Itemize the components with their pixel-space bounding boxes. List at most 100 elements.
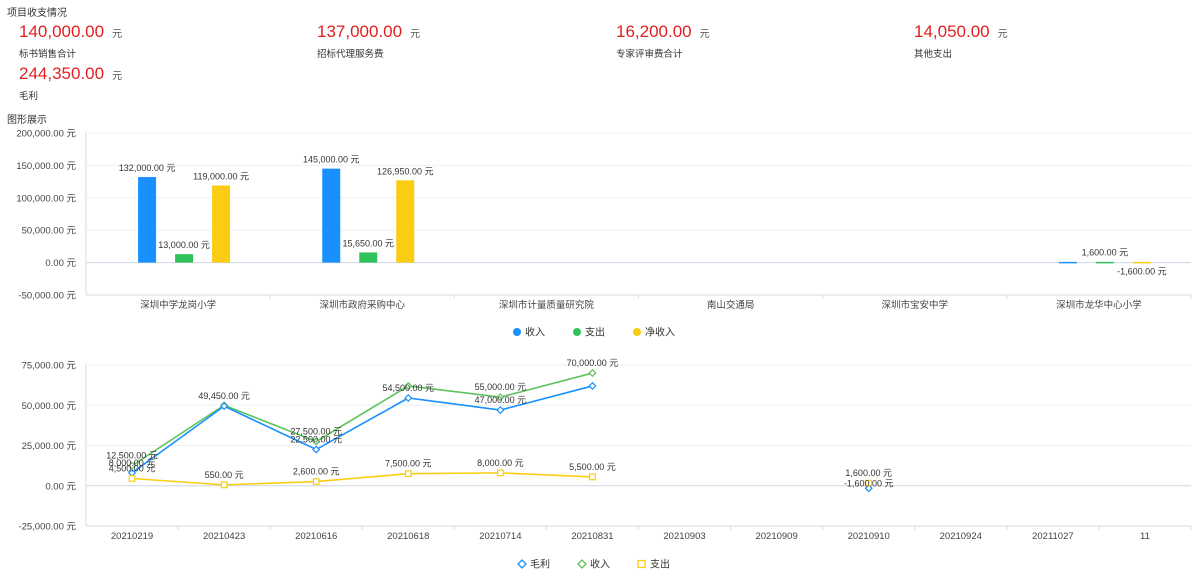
x-tick-label: 11 (1140, 531, 1150, 542)
data-label: 7,500.00 元 (385, 459, 432, 469)
data-point (496, 469, 504, 477)
y-tick-label: -50,000.00 元 (18, 291, 76, 302)
x-tick-label: 南山交通局 (707, 299, 755, 311)
stat-bid-sales: 140,000.00 元 标书销售合计 (19, 22, 122, 60)
data-label: 550.00 元 (205, 470, 244, 480)
x-tick-label: 20210924 (940, 531, 982, 542)
legend-marker (577, 559, 587, 569)
bar (359, 252, 378, 263)
x-tick-label: 20210423 (203, 531, 245, 542)
y-tick-label: 25,000.00 元 (22, 441, 77, 452)
y-tick-label: -25,000.00 元 (18, 522, 76, 533)
legend-marker (517, 559, 527, 569)
data-label: 145,000.00 元 (303, 155, 360, 165)
data-label: 12,500.00 元 (106, 451, 158, 461)
data-label: 1,600.00 元 (845, 468, 892, 478)
x-tick-label: 20210219 (111, 531, 153, 542)
data-label: 13,000.00 元 (158, 240, 210, 250)
legend-label: 毛利 (530, 559, 550, 570)
stat-agency-fee: 137,000.00 元 招标代理服务费 (317, 22, 420, 60)
data-point (589, 473, 596, 481)
data-label: -1,600.00 元 (844, 478, 894, 488)
data-point (496, 406, 505, 415)
y-tick-label: 200,000.00 元 (16, 129, 76, 140)
y-tick-label: 100,000.00 元 (16, 193, 76, 204)
x-tick-label: 深圳市政府采购中心 (319, 299, 405, 311)
bar-chart: 200,000.00 元 150,000.00 元 100,000.00 元 50,0… (16, 129, 1192, 339)
stat-label: 其他支出 (914, 49, 953, 60)
bar (1095, 261, 1114, 264)
chart-section-title: 图形展示 (7, 115, 47, 126)
y-tick-label: 150,000.00 元 (16, 161, 76, 172)
data-label: 47,000.00 元 (475, 395, 527, 405)
x-tick-label: 20210616 (295, 531, 337, 542)
data-label: 70,000.00 元 (567, 358, 619, 368)
summary-title: 项目收支情况 (7, 8, 67, 19)
data-point (312, 445, 321, 454)
x-tick-label: 20210714 (479, 531, 521, 542)
stat-label: 招标代理服务费 (317, 49, 384, 60)
stat-expert-fee: 16,200.00 元 专家评审费合计 (616, 22, 710, 60)
x-tick-label: 深圳市宝安中学 (881, 299, 948, 311)
stat-unit: 元 (112, 29, 123, 40)
y-tick-label: 50,000.00 元 (22, 226, 77, 237)
stat-value: 244,350.00 (19, 64, 105, 83)
legend-marker (573, 328, 581, 336)
legend-marker (637, 559, 646, 569)
bar (322, 168, 341, 263)
data-label: 5,500.00 元 (569, 462, 616, 472)
data-label: 54,500.00 元 (383, 383, 435, 393)
stat-unit: 元 (410, 29, 421, 40)
stat-unit: 元 (997, 29, 1008, 40)
data-label: 2,600.00 元 (293, 467, 340, 477)
bar (1058, 261, 1077, 264)
data-point (128, 475, 136, 482)
y-tick-label: 0.00 元 (45, 481, 76, 492)
x-tick-label: 20210903 (663, 531, 705, 542)
stat-unit: 元 (112, 71, 123, 82)
data-label: 27,500.00 元 (290, 426, 342, 436)
legend-marker (633, 328, 641, 336)
x-tick-label: 深圳中学龙岗小学 (140, 299, 216, 311)
x-tick-label: 深圳市龙华中心小学 (1056, 299, 1142, 311)
x-tick-label: 深圳市计量质量研究院 (499, 299, 595, 311)
stat-value: 137,000.00 (317, 22, 403, 41)
bar (175, 254, 194, 263)
stat-label: 毛利 (19, 91, 39, 102)
x-tick-label: 20211027 (1032, 531, 1074, 542)
bar (138, 177, 157, 263)
stat-value: 16,200.00 (616, 22, 692, 41)
legend-label: 收入 (525, 326, 545, 339)
legend-label: 收入 (590, 558, 610, 570)
x-tick-label: 20210618 (387, 531, 429, 542)
data-label: 15,650.00 元 (342, 238, 394, 248)
stat-other-expense: 14,050.00 元 其他支出 (914, 22, 1008, 60)
data-point (588, 369, 597, 378)
y-tick-label: 0.00 元 (45, 258, 76, 269)
y-tick-label: 50,000.00 元 (22, 401, 77, 412)
data-label: 126,950.00 元 (377, 166, 434, 176)
data-label: 49,450.00 元 (198, 391, 250, 401)
legend-label: 支出 (650, 558, 670, 570)
stat-value: 14,050.00 (914, 22, 990, 41)
stat-label: 专家评审费合计 (616, 49, 683, 60)
data-label: 119,000.00 元 (193, 171, 249, 181)
stat-gross-profit: 244,350.00 元 毛利 (19, 64, 122, 102)
bar (212, 185, 231, 263)
bar (1132, 261, 1151, 264)
line-chart: 75,000.00 元 50,000.00 元 25,000.00 元 0.00 元 -… (18, 358, 1192, 570)
stat-unit: 元 (699, 29, 710, 40)
data-point (312, 478, 320, 485)
stat-value: 140,000.00 (19, 22, 105, 41)
x-tick-label: 20210831 (571, 531, 613, 542)
data-label: -1,600.00 元 (1117, 267, 1167, 277)
y-tick-label: 75,000.00 元 (22, 361, 77, 372)
data-point (220, 481, 228, 489)
data-point (588, 381, 597, 390)
data-label: 132,000.00 元 (119, 163, 176, 173)
bar (396, 180, 415, 263)
data-label: 1,600.00 元 (1082, 248, 1129, 258)
data-label: 4,500.00 元 (109, 464, 156, 474)
x-tick-label: 20210910 (848, 531, 890, 542)
series-line (131, 472, 593, 486)
